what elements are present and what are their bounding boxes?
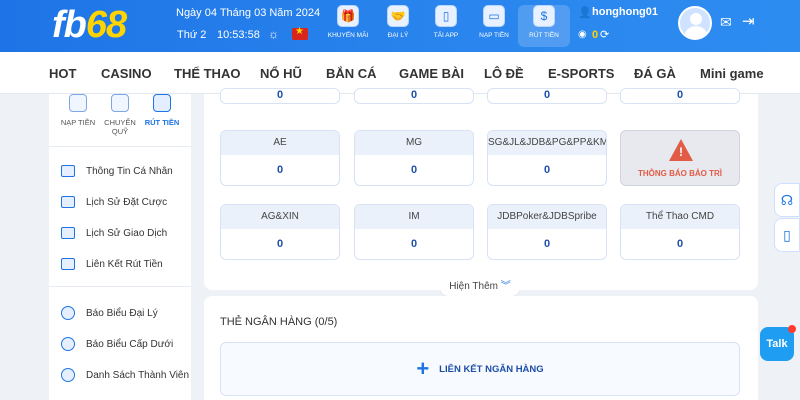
talk-chat-button[interactable]: Talk: [760, 325, 796, 361]
promotions-button[interactable]: 🎁 KHUYẾN MÃI: [322, 5, 374, 47]
sidebar-item-subordinate-report[interactable]: Báo Biểu Cấp Dưới: [61, 337, 173, 351]
wallet-card-cmd[interactable]: Thể Thao CMD 0: [620, 204, 740, 260]
handshake-icon: 🤝: [387, 5, 409, 27]
sidebar-item-member-list[interactable]: Danh Sách Thành Viên: [61, 368, 189, 382]
bank-card-title: THẺ NGÂN HÀNG (0/5): [220, 316, 338, 328]
sidebar-item-profile[interactable]: Thông Tin Cá Nhân: [61, 165, 173, 177]
username[interactable]: honghong01: [592, 6, 658, 18]
sidebar-item-transaction-history[interactable]: Lịch Sử Giao Dịch: [61, 227, 167, 239]
sidebar-item-withdraw-link[interactable]: Liên Kết Rút Tiền: [61, 258, 163, 270]
nav-no-hu[interactable]: NỔ HŨ: [260, 66, 302, 81]
wallet-card-mg[interactable]: MG 0: [354, 130, 474, 186]
wallet-card[interactable]: 0: [354, 88, 474, 104]
refresh-icon[interactable]: ⟳: [600, 28, 609, 41]
wallet-card-ag-xin[interactable]: AG&XIN 0: [220, 204, 340, 260]
id-card-icon: [61, 165, 75, 177]
divider: [49, 146, 191, 147]
gift-icon: 🎁: [337, 5, 359, 27]
report-icon: [61, 337, 75, 351]
logout-icon[interactable]: ⇥: [742, 12, 755, 30]
sidebar-item-bet-history[interactable]: Lịch Sử Đặt Cược: [61, 196, 167, 208]
sidebar-item-agent-report[interactable]: Báo Biểu Đại Lý: [61, 306, 158, 320]
wallet-icon: ▭: [483, 5, 505, 27]
phone-download-icon: ▯: [435, 5, 457, 27]
link-bank-button[interactable]: + LIÊN KẾT NGÂN HÀNG: [220, 342, 740, 396]
agent-button[interactable]: 🤝 ĐẠI LÝ: [372, 5, 424, 47]
sidebar-deposit[interactable]: NẠP TIỀN: [57, 94, 99, 127]
deposit-icon: [69, 94, 87, 112]
wallet-card-jdbpoker[interactable]: JDBPoker&JDBSpribe 0: [487, 204, 607, 260]
sidebar-withdraw[interactable]: RÚT TIỀN: [141, 94, 183, 127]
wallet-card-sg-jl[interactable]: SG&JL&JDB&PG&PP&KM 0: [487, 130, 607, 186]
withdraw-button[interactable]: $ RÚT TIỀN: [518, 5, 570, 47]
current-time: 10:53:58: [217, 29, 260, 41]
nav-mini-game[interactable]: Mini game: [700, 66, 764, 81]
money-bag-icon: $: [533, 5, 555, 27]
report-icon: [61, 306, 75, 320]
wallet-panel: [204, 94, 758, 290]
theme-sun-icon[interactable]: ☼: [268, 27, 279, 41]
account-sidebar: NẠP TIỀN CHUYỂN QUỸ RÚT TIỀN Thông Tin C…: [49, 94, 191, 400]
document-search-icon: [61, 196, 75, 208]
chevron-down-icon: ︾: [500, 281, 511, 292]
wallet-card[interactable]: 0: [487, 88, 607, 104]
wallet-card[interactable]: 0: [220, 88, 340, 104]
vietnam-flag-icon[interactable]: [292, 26, 308, 40]
top-header: fb68 Ngày 04 Tháng 03 Năm 2024 Thứ 2 10:…: [0, 0, 800, 52]
nav-game-bai[interactable]: GAME BÀI: [399, 66, 464, 81]
document-clock-icon: [61, 227, 75, 239]
nav-hot[interactable]: HOT: [49, 66, 76, 81]
show-more-button[interactable]: Hiện Thêm ︾: [440, 278, 520, 296]
divider: [49, 286, 191, 287]
nav-esports[interactable]: E-SPORTS: [548, 66, 614, 81]
warning-icon: [669, 139, 693, 161]
site-logo[interactable]: fb68: [52, 2, 127, 48]
weekday: Thứ 2: [177, 29, 207, 41]
mobile-app-icon[interactable]: ▯: [774, 218, 800, 252]
wallet-card-ae[interactable]: AE 0: [220, 130, 340, 186]
nav-ban-ca[interactable]: BẮN CÁ: [326, 66, 377, 81]
nav-the-thao[interactable]: THỂ THAO: [174, 66, 240, 81]
nav-casino[interactable]: CASINO: [101, 66, 152, 81]
sidebar-transfer[interactable]: CHUYỂN QUỸ: [99, 94, 141, 136]
nav-lo-de[interactable]: LÔ ĐỀ: [484, 66, 524, 81]
plus-icon: +: [416, 356, 430, 381]
nav-da-ga[interactable]: ĐÁ GÀ: [634, 66, 676, 81]
mail-icon[interactable]: ✉: [720, 14, 732, 31]
wallet-card-im[interactable]: IM 0: [354, 204, 474, 260]
card-link-icon: [61, 258, 75, 270]
transfer-icon: [111, 94, 129, 112]
current-date: Ngày 04 Tháng 03 Năm 2024: [176, 7, 321, 19]
coin-icon: ◉: [578, 29, 587, 40]
balance-value: 0: [592, 29, 599, 41]
avatar[interactable]: [678, 6, 712, 40]
maintenance-card: THÔNG BÁO BẢO TRÌ: [620, 130, 740, 186]
wallet-card[interactable]: 0: [620, 88, 740, 104]
withdraw-icon: [153, 94, 171, 112]
support-headset-icon[interactable]: ☊: [774, 183, 800, 217]
deposit-button[interactable]: ▭ NẠP TIỀN: [468, 5, 520, 47]
download-app-button[interactable]: ▯ TẢI APP: [420, 5, 472, 47]
user-icon: 👤: [578, 7, 592, 19]
members-icon: [61, 368, 75, 382]
